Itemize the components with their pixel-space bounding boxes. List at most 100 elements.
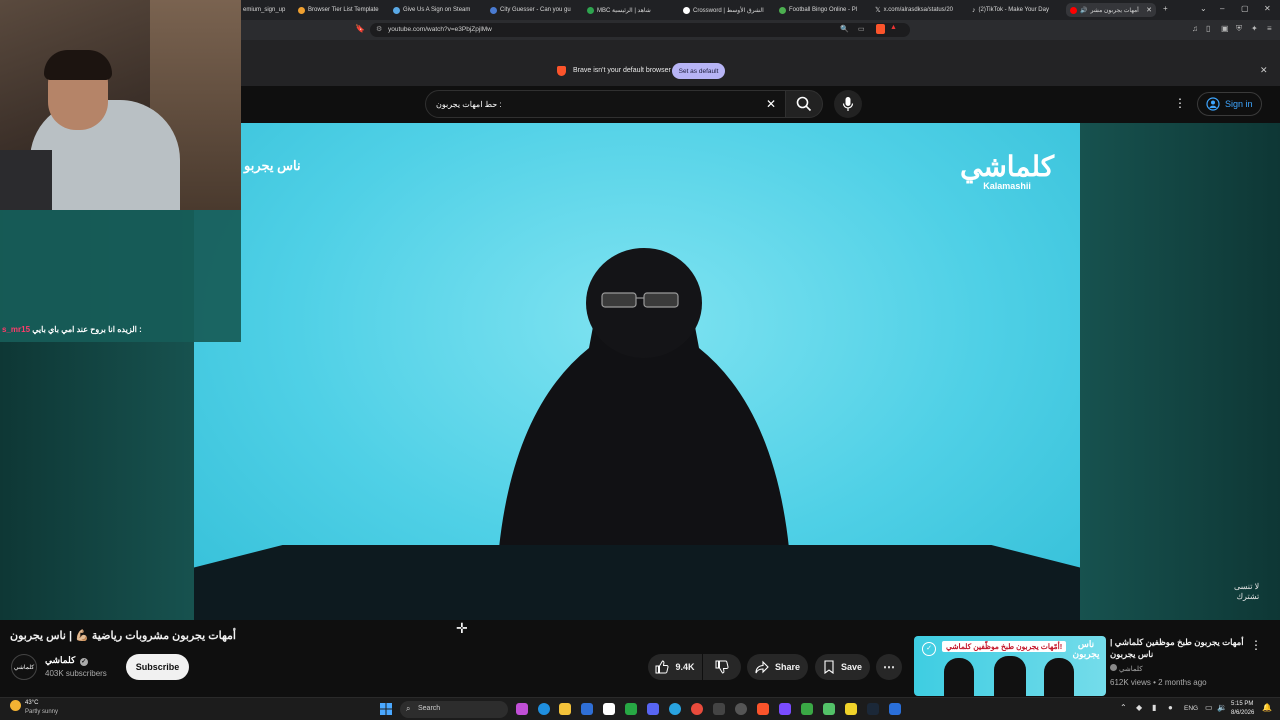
channel-avatar[interactable]: كلماشي <box>11 654 37 680</box>
video-title: أمهات يجربون مشروبات رياضية 💪🏼 | ناس يجر… <box>10 630 236 642</box>
clear-search-icon[interactable]: ✕ <box>766 97 776 111</box>
windows-start-icon[interactable] <box>380 703 392 715</box>
search-query-text: حط امهات يجربون : <box>436 100 502 109</box>
recommended-thumbnail[interactable]: ✓ أمّهات يجربون طبخ موظّفين كلماشي! ناس … <box>914 636 1106 696</box>
app-icon[interactable] <box>779 703 791 715</box>
discord-icon[interactable] <box>647 703 659 715</box>
tab-favicon-icon <box>587 6 594 14</box>
tray-app-icon[interactable]: ▮ <box>1152 703 1156 712</box>
tab-6[interactable]: Football Bingo Online - Pl <box>779 3 864 17</box>
site-settings-icon[interactable]: ⚙ <box>376 25 382 33</box>
youtube-favicon-icon <box>1070 6 1077 14</box>
subscriber-count: 403K subscribers <box>45 669 107 678</box>
telegram-icon[interactable] <box>669 703 681 715</box>
app-icon[interactable] <box>713 703 725 715</box>
media-icon[interactable]: ♫ <box>1192 24 1198 33</box>
voice-search-button[interactable] <box>834 90 862 118</box>
close-notice-icon[interactable]: ✕ <box>1260 65 1268 76</box>
tab-2[interactable]: Give Us A Sign on Steam <box>393 3 478 17</box>
file-explorer-icon[interactable] <box>559 703 571 715</box>
app-icon[interactable] <box>516 703 528 715</box>
app-icon[interactable] <box>823 703 835 715</box>
clock-time[interactable]: 5:15 PM <box>1231 701 1253 707</box>
channel-name-row[interactable]: كلماشي ✓ <box>45 655 88 666</box>
app-icon[interactable] <box>889 703 901 715</box>
tab-label: Give Us A Sign on Steam <box>403 7 471 13</box>
app-icon[interactable] <box>581 703 593 715</box>
cast-icon[interactable]: ▭ <box>858 25 865 33</box>
brave-icon[interactable] <box>757 703 769 715</box>
microphone-tray-icon[interactable]: ● <box>1168 703 1173 712</box>
app-icon[interactable] <box>845 703 857 715</box>
bookmark-save-icon <box>824 660 834 674</box>
share-label: Share <box>774 662 800 672</box>
tab-favicon-icon <box>298 6 305 14</box>
tab-8[interactable]: ♪ (2)TikTok - Make Your Day <box>972 3 1057 17</box>
audio-icon[interactable]: 🔊 <box>1080 7 1087 14</box>
recommended-menu-icon[interactable]: ⋮ <box>1250 638 1262 652</box>
search-button[interactable] <box>785 90 823 118</box>
tab-7[interactable]: 𝕏x.com/alrasdksa/status/20 <box>875 3 960 17</box>
subscribe-button[interactable]: Subscribe <box>126 654 189 680</box>
new-tab-icon[interactable]: + <box>1163 4 1168 13</box>
tray-app-icon[interactable]: ◆ <box>1136 703 1142 712</box>
minecraft-icon[interactable] <box>801 703 813 715</box>
brave-rewards-icon[interactable]: ▲ <box>890 24 897 31</box>
series-logo-overlay: ناس يجربو <box>244 158 301 173</box>
xbox-icon[interactable] <box>625 703 637 715</box>
dislike-button[interactable] <box>703 654 741 680</box>
minimize-icon[interactable]: – <box>1220 4 1224 13</box>
maximize-icon[interactable]: ▢ <box>1241 4 1249 13</box>
tab-5[interactable]: Crossword | الشرق الأوسط <box>683 3 768 17</box>
tray-overflow-icon[interactable]: ⌃ <box>1120 703 1127 712</box>
recommended-title[interactable]: أمهات يجربون طبخ موظفين كلماشي | ناس يجر… <box>1110 636 1245 660</box>
tab-3[interactable]: City Guesser - Can you gu <box>490 3 575 17</box>
person-hair <box>44 50 112 80</box>
url-field[interactable]: ⚙ youtube.com/watch?v=e3PbjZpjlMw 🔍 ▭ ▲ <box>370 23 910 37</box>
close-window-icon[interactable]: ✕ <box>1264 4 1271 13</box>
edge-icon[interactable] <box>538 703 550 715</box>
clock-date[interactable]: 8/6/2026 <box>1231 710 1254 716</box>
weather-temp: 43°C <box>25 700 39 706</box>
tab-label: Crossword | الشرق الأوسط <box>693 7 764 14</box>
search-input[interactable]: حط امهات يجربون : ✕ <box>425 90 787 118</box>
app-icon[interactable] <box>603 703 615 715</box>
subscribe-reminder: لا تنسى تشترك <box>1234 582 1259 602</box>
set-default-button[interactable]: Set as default <box>672 63 725 79</box>
thumbnail-logo: ناس يجربون <box>1072 639 1100 659</box>
language-indicator[interactable]: ENG <box>1184 705 1198 712</box>
brave-shields-icon[interactable] <box>876 24 885 34</box>
bookmark-icon[interactable]: 🔖 <box>355 24 365 33</box>
chrome-icon[interactable] <box>691 703 703 715</box>
vpn-icon[interactable]: ⛨ <box>1236 24 1242 34</box>
network-icon[interactable]: ▭ <box>1205 703 1213 712</box>
steam-icon[interactable] <box>867 703 879 715</box>
sign-in-button[interactable]: Sign in <box>1197 92 1262 116</box>
share-button[interactable]: Share <box>747 654 808 680</box>
thumbs-up-icon <box>655 660 670 674</box>
menu-icon[interactable]: ≡ <box>1267 24 1272 33</box>
sidebar-icon[interactable]: ▯ <box>1206 24 1210 33</box>
like-button[interactable]: 9.4K <box>648 654 702 680</box>
app-icon[interactable] <box>735 703 747 715</box>
tab-0[interactable]: emium_sign_up <box>243 3 293 17</box>
thumbnail-banner: أمّهات يجربون طبخ موظّفين كلماشي! <box>942 641 1067 652</box>
tab-active-youtube[interactable]: 🔊 أمهات يجربون مشر ✕ <box>1066 3 1156 17</box>
taskbar-search[interactable]: ⌕ Search <box>400 701 508 718</box>
more-options-icon[interactable]: ⋮ <box>1174 96 1186 110</box>
tab-favicon-icon <box>779 6 786 14</box>
leo-icon[interactable]: ✦ <box>1251 24 1258 33</box>
wallet-icon[interactable]: ▣ <box>1221 24 1229 33</box>
close-tab-icon[interactable]: ✕ <box>1146 6 1152 14</box>
weather-icon[interactable] <box>10 700 21 711</box>
more-actions-button[interactable]: ⋯ <box>876 654 902 680</box>
tab-1[interactable]: Browser Tier List Template <box>298 3 383 17</box>
recommended-meta: 612K views • 2 months ago <box>1110 678 1207 687</box>
recommended-channel-row[interactable]: كلماشي <box>1110 664 1143 673</box>
notifications-icon[interactable]: 🔔 <box>1262 703 1272 712</box>
zoom-icon[interactable]: 🔍 <box>840 25 849 33</box>
tab-4[interactable]: MBC شاهد | الرئيسية <box>587 3 672 17</box>
save-button[interactable]: Save <box>815 654 870 680</box>
volume-icon[interactable]: 🔉 <box>1217 703 1227 712</box>
tab-list-icon[interactable]: ⌄ <box>1200 4 1207 13</box>
